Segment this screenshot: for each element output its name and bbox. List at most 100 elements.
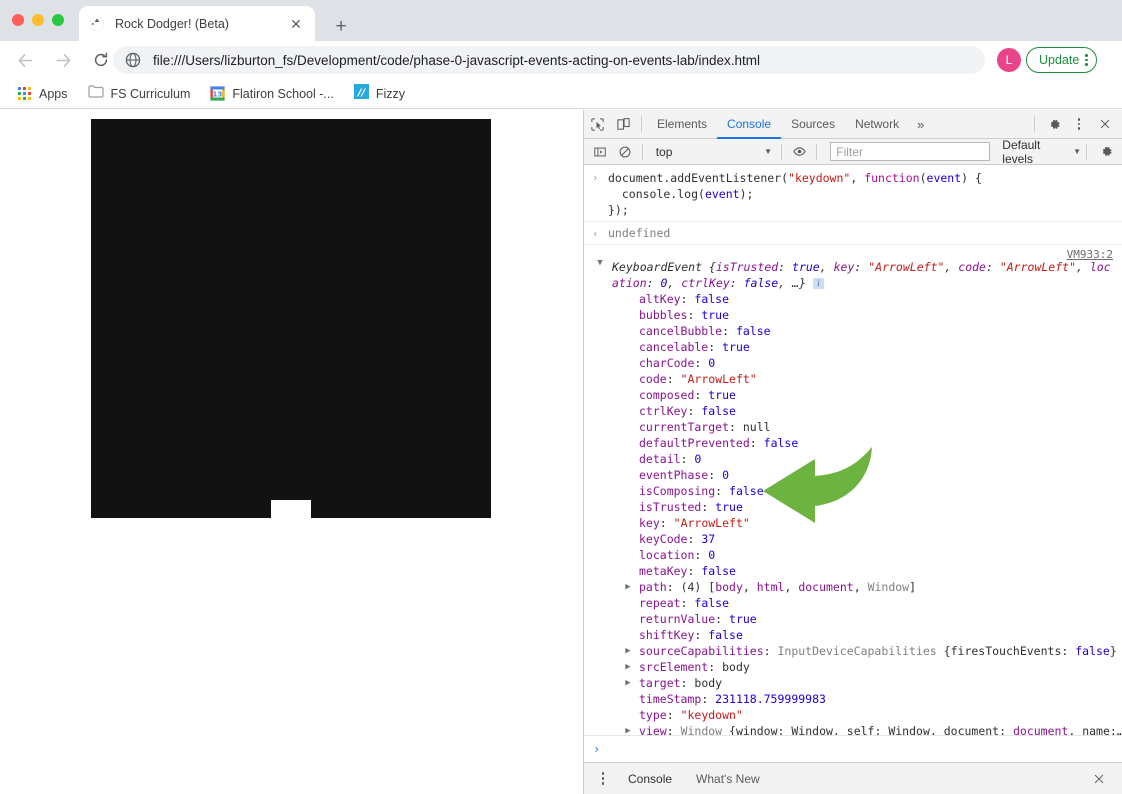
property-code: code: "ArrowLeft" xyxy=(639,372,757,386)
input-arrow-icon: › xyxy=(592,171,599,184)
forward-button[interactable] xyxy=(48,45,78,75)
game-canvas[interactable] xyxy=(91,119,491,518)
source-link[interactable]: VM933:2 xyxy=(1067,247,1113,263)
back-button[interactable] xyxy=(10,45,40,75)
console-settings-gear-icon[interactable] xyxy=(1092,139,1118,165)
close-drawer-icon[interactable] xyxy=(1086,766,1112,792)
expand-triangle-icon[interactable]: ▶ xyxy=(623,723,633,735)
divider xyxy=(641,143,643,160)
close-devtools-icon[interactable] xyxy=(1092,111,1118,137)
bookmark-fs-curriculum[interactable]: FS Curriculum xyxy=(80,82,199,106)
devtools-tabbar: Elements Console Sources Network » xyxy=(584,110,1122,139)
tab-elements[interactable]: Elements xyxy=(647,110,717,138)
new-tab-button[interactable]: + xyxy=(327,12,355,40)
minimize-window-button[interactable] xyxy=(32,14,44,26)
filter-input[interactable] xyxy=(830,142,991,161)
result-value: undefined xyxy=(608,226,671,240)
slashes-icon: // xyxy=(353,83,369,104)
console-logged-object: VM933:2 ▼ KeyboardEvent {isTrusted: true… xyxy=(584,244,1122,735)
device-toolbar-icon[interactable] xyxy=(610,111,636,137)
chevron-down-icon: ▼ xyxy=(1073,147,1082,156)
console-output[interactable]: › document.addEventListener("keydown", f… xyxy=(584,166,1122,735)
bookmark-apps[interactable]: Apps xyxy=(10,82,76,106)
property-location: location: 0 xyxy=(639,548,716,562)
property-key: key: "ArrowLeft" xyxy=(639,516,750,530)
property-composed: composed: true xyxy=(639,388,736,402)
expand-triangle-icon[interactable]: ▶ xyxy=(623,659,633,675)
execution-context-select[interactable]: top ▼ xyxy=(650,142,776,161)
svg-text:13: 13 xyxy=(213,90,223,98)
tab-network[interactable]: Network xyxy=(845,110,909,138)
expand-triangle-icon[interactable]: ▶ xyxy=(623,675,633,691)
page-viewport xyxy=(0,110,583,794)
property-keyCode: keyCode: 37 xyxy=(639,532,716,546)
log-levels-select[interactable]: Default levels ▼ xyxy=(1002,138,1081,166)
address-bar[interactable]: file:///Users/lizburton_fs/Development/c… xyxy=(113,46,985,74)
close-tab-button[interactable]: ✕ xyxy=(287,15,305,33)
tab-strip: Rock Dodger! (Beta) ✕ + xyxy=(0,0,1122,41)
tab-title: Rock Dodger! (Beta) xyxy=(115,16,229,31)
property-returnValue: returnValue: true xyxy=(639,612,757,626)
tab-console[interactable]: Console xyxy=(717,110,782,139)
property-sourceCapabilities: ▶ sourceCapabilities: InputDeviceCapabili… xyxy=(623,643,1117,659)
bookmark-fizzy[interactable]: // Fizzy xyxy=(346,82,413,106)
property-bubbles: bubbles: true xyxy=(639,308,730,322)
property-view: ▶ view: Window {window: Window, self: Win… xyxy=(623,723,1122,735)
console-input-line-2: }); xyxy=(608,203,629,217)
bookmark-flatiron-school[interactable]: 13 Flatiron School -... xyxy=(202,82,341,106)
drawer-tab-whats-new[interactable]: What's New xyxy=(684,772,772,786)
gear-icon[interactable] xyxy=(1040,111,1066,137)
kebab-menu-icon[interactable] xyxy=(1066,111,1092,137)
bookmark-label: Apps xyxy=(39,86,68,101)
property-timeStamp: timeStamp: 231118.759999983 xyxy=(639,692,826,706)
kebab-menu-icon[interactable] xyxy=(1085,54,1088,66)
bookmark-label: FS Curriculum xyxy=(110,86,191,101)
live-expression-icon[interactable] xyxy=(787,139,811,165)
property-defaultPrevented: defaultPrevented: false xyxy=(639,436,799,450)
divider xyxy=(816,143,818,160)
expand-triangle-icon[interactable]: ▼ xyxy=(595,255,605,271)
property-isComposing: isComposing: false xyxy=(639,484,764,498)
property-eventPhase: eventPhase: 0 xyxy=(639,468,730,482)
browser-tab[interactable]: Rock Dodger! (Beta) ✕ xyxy=(79,6,315,41)
property-repeat: repeat: false xyxy=(639,596,730,610)
console-input-line-1: console.log(event); xyxy=(608,187,754,201)
maximize-window-button[interactable] xyxy=(52,14,64,26)
property-detail: detail: 0 xyxy=(639,452,702,466)
player-dodger xyxy=(271,500,311,518)
bookmarks-bar: Apps FS Curriculum 13 Flatiron School -.… xyxy=(0,79,1122,109)
info-icon[interactable]: i xyxy=(812,278,824,289)
property-srcElement: ▶ srcElement: body xyxy=(623,659,1114,675)
reload-button[interactable] xyxy=(86,45,116,75)
expand-triangle-icon[interactable]: ▶ xyxy=(623,643,633,659)
property-currentTarget: currentTarget: null xyxy=(639,420,771,434)
console-result: ‹ undefined xyxy=(584,221,1122,244)
property-shiftKey: shiftKey: false xyxy=(639,628,743,642)
calendar-icon: 13 xyxy=(210,86,226,101)
window-controls xyxy=(12,14,64,26)
update-button[interactable]: Update xyxy=(1026,47,1097,73)
devtools-drawer: Console What's New xyxy=(584,762,1122,794)
divider xyxy=(1086,143,1088,160)
property-type: type: "keydown" xyxy=(639,708,743,722)
execution-context-value: top xyxy=(655,144,673,159)
console-input-echo: › document.addEventListener("keydown", f… xyxy=(584,166,1122,221)
clear-console-icon[interactable] xyxy=(612,139,636,165)
svg-text://: // xyxy=(357,87,367,98)
result-arrow-icon: ‹ xyxy=(592,227,599,240)
divider xyxy=(641,116,642,132)
expand-triangle-icon[interactable]: ▶ xyxy=(623,579,633,595)
inspect-element-icon[interactable] xyxy=(584,111,610,137)
more-tabs-button[interactable]: » xyxy=(909,117,932,132)
folder-icon xyxy=(87,84,104,103)
chevron-down-icon: ▼ xyxy=(764,147,773,156)
property-charCode: charCode: 0 xyxy=(639,356,716,370)
tab-sources[interactable]: Sources xyxy=(781,110,845,138)
globe-icon xyxy=(125,52,141,68)
close-window-button[interactable] xyxy=(12,14,24,26)
console-prompt[interactable]: › xyxy=(584,735,1122,762)
console-sidebar-icon[interactable] xyxy=(588,139,612,165)
kebab-menu-icon[interactable] xyxy=(590,766,616,792)
avatar[interactable]: L xyxy=(997,48,1021,72)
drawer-tab-console[interactable]: Console xyxy=(616,772,684,786)
